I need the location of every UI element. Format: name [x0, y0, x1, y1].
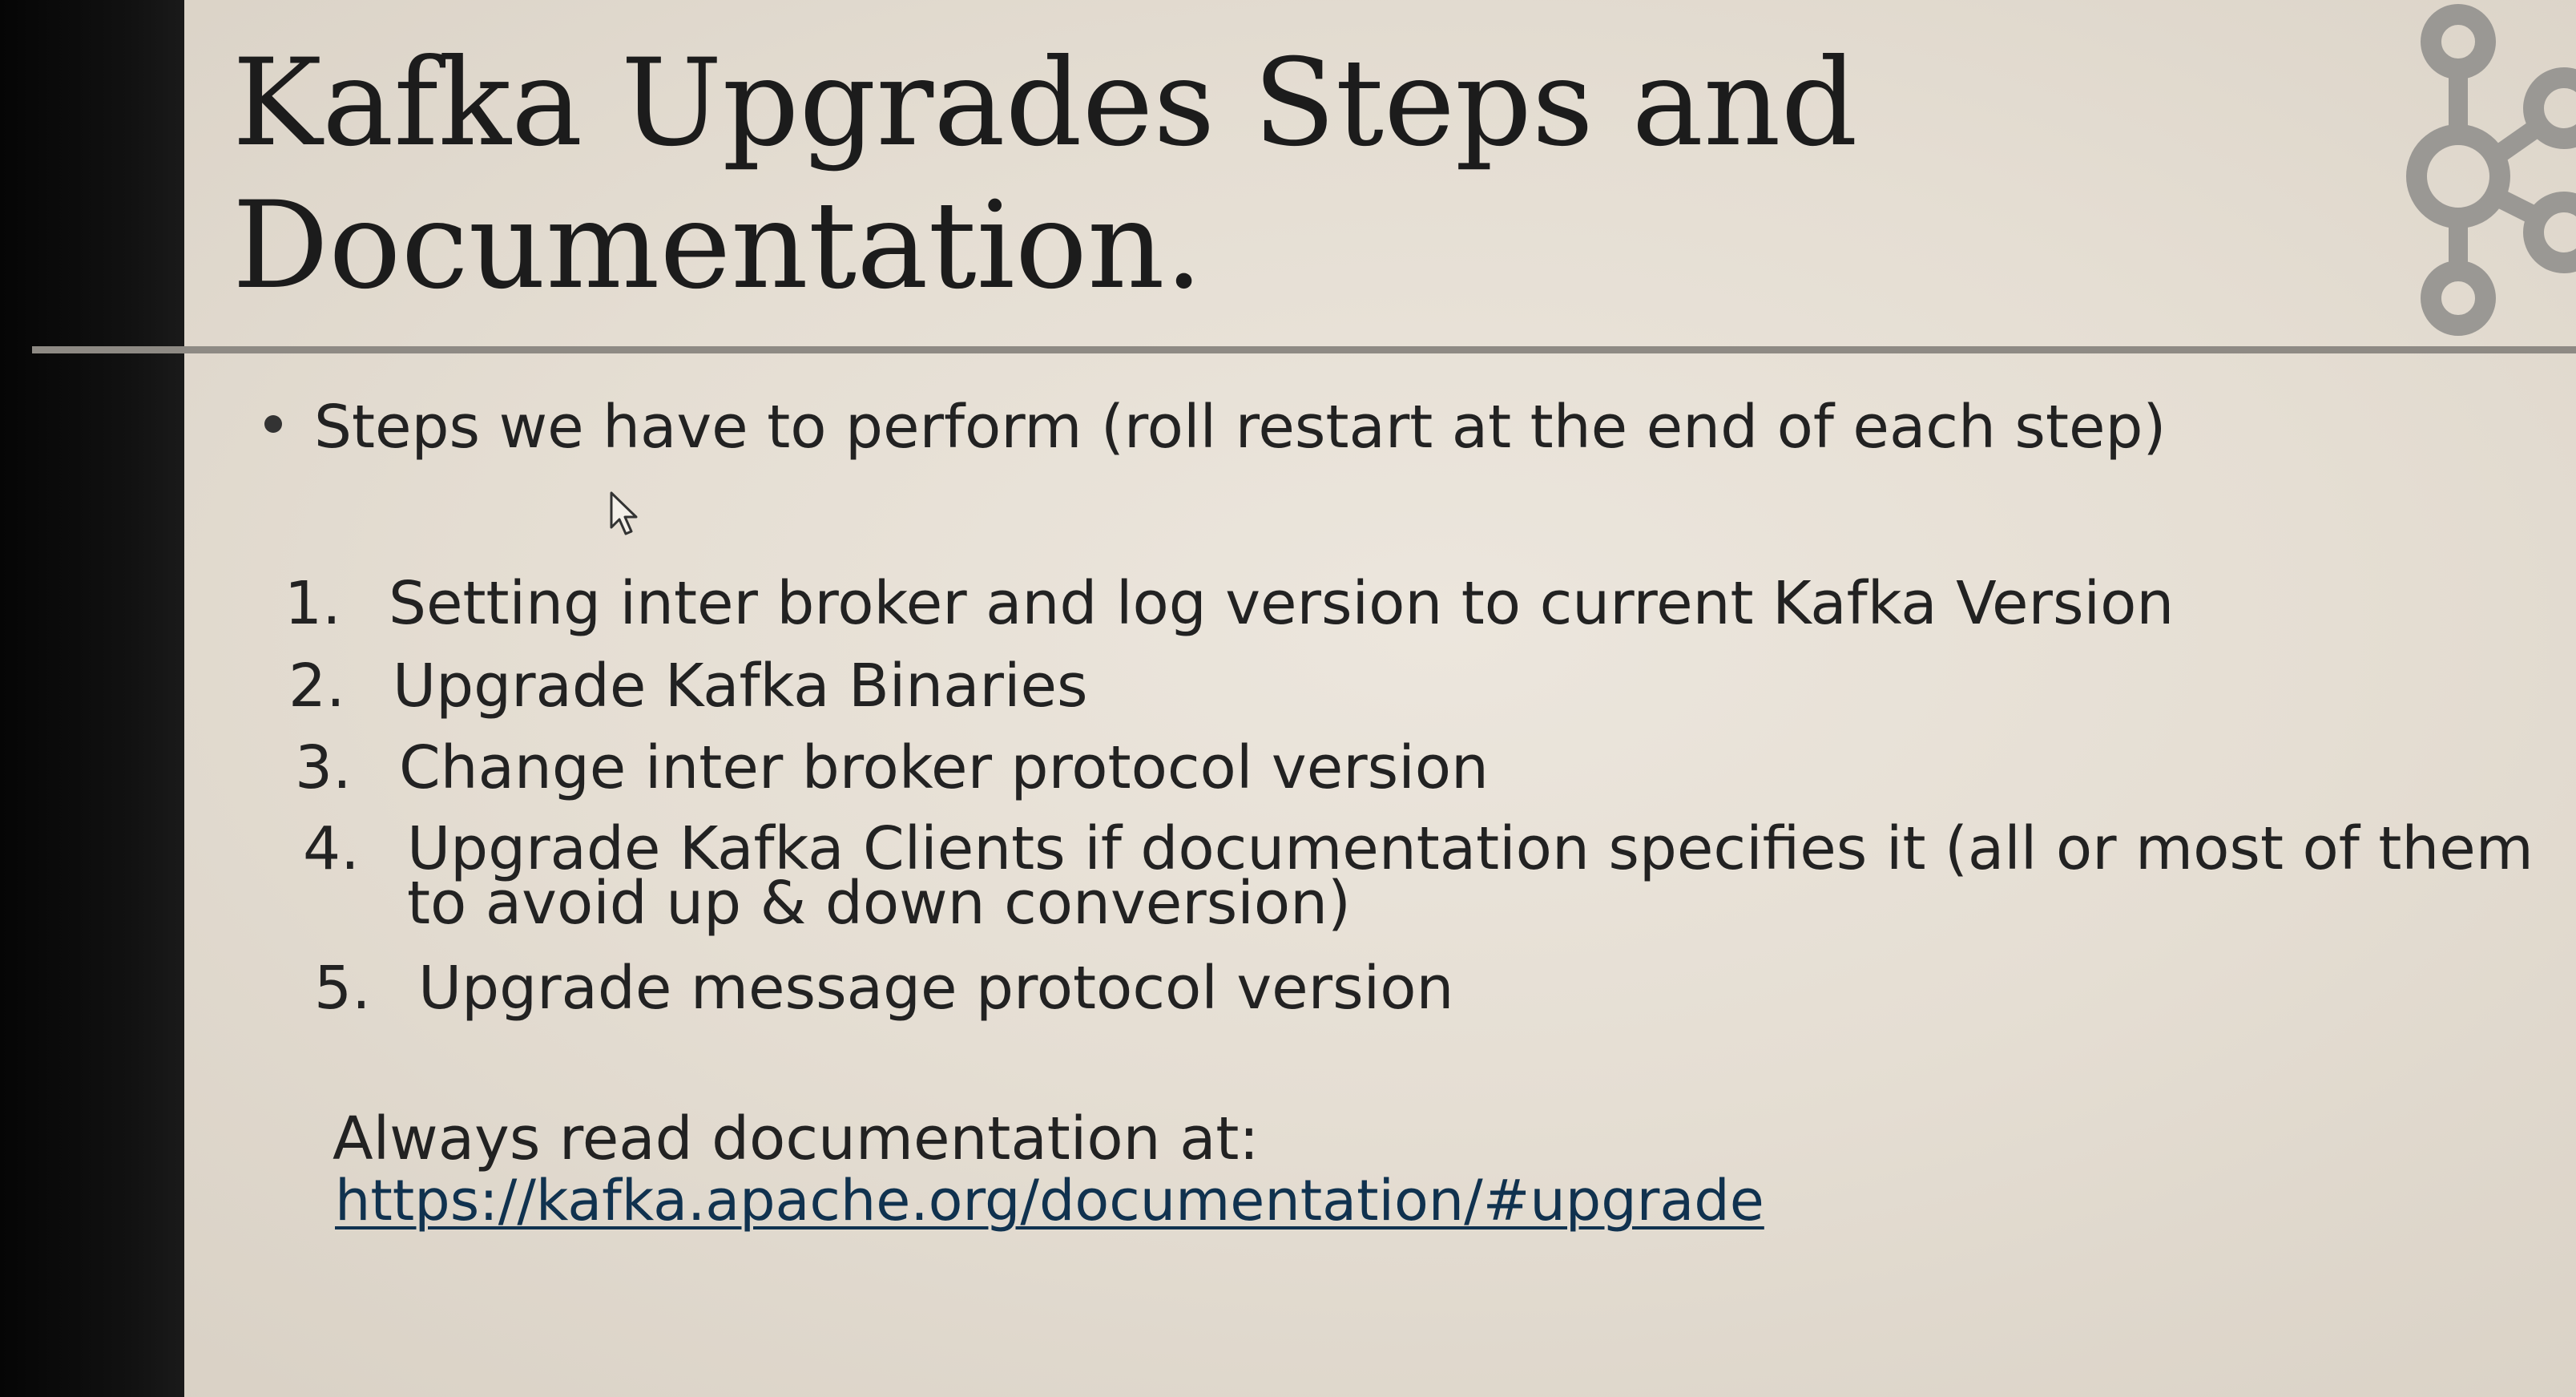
documentation-note: Always read documentation at:	[333, 1104, 1260, 1173]
step-item-2: 2. Upgrade Kafka Binaries	[288, 653, 1088, 719]
step-number: 2.	[288, 652, 345, 721]
step-item-3: 3. Change inter broker protocol version	[295, 735, 1489, 801]
step-text: Setting inter broker and log version to …	[389, 569, 2175, 638]
slide-photo: Kafka Upgrades Steps and Documentation. …	[0, 0, 2576, 1397]
step-number: 1.	[284, 569, 341, 638]
step-text: Upgrade Kafka Binaries	[393, 652, 1088, 721]
step-item-4: 4. Upgrade Kafka Clients if documentation…	[303, 814, 2534, 938]
documentation-link[interactable]: https://kafka.apache.org/documentation/#…	[335, 1169, 1764, 1233]
slide-body: Steps we have to perform (roll restart a…	[0, 0, 2576, 1397]
bullet-item: Steps we have to perform (roll restart a…	[264, 391, 2166, 463]
step-text: Change inter broker protocol version	[399, 733, 1489, 802]
step-item-5: 5. Upgrade message protocol version	[314, 955, 1453, 1021]
bullet-dot	[264, 415, 282, 434]
step-number: 4.	[303, 814, 360, 883]
mouse-pointer-icon	[610, 491, 638, 535]
step-item-1: 1. Setting inter broker and log version t…	[284, 571, 2174, 636]
step-number: 3.	[295, 733, 352, 802]
step-text-continued: to avoid up & down conversion)	[407, 869, 1351, 938]
bullet-text: Steps we have to perform (roll restart a…	[314, 393, 2167, 462]
step-number: 5.	[314, 954, 371, 1023]
step-text: Upgrade message protocol version	[418, 954, 1454, 1023]
